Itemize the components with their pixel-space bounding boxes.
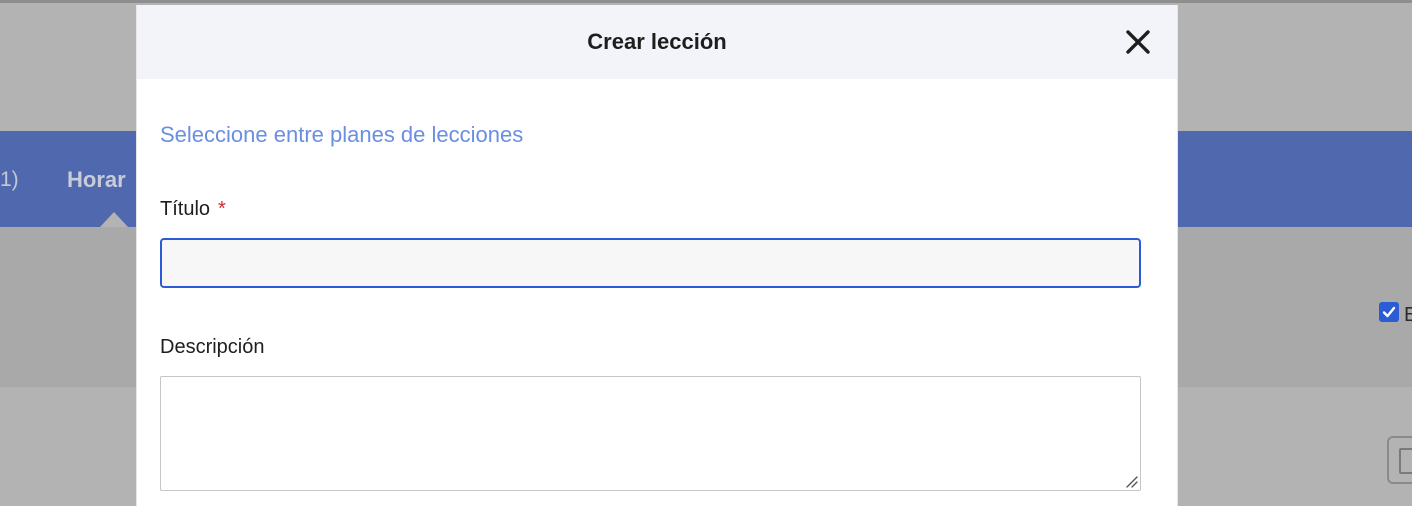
- checkmark-icon: [1382, 306, 1396, 318]
- close-icon: [1126, 30, 1150, 54]
- calendar-icon-inner: [1399, 448, 1412, 474]
- resize-handle-icon[interactable]: [1122, 472, 1138, 488]
- description-textarea[interactable]: [160, 376, 1141, 491]
- background-checkbox-label: E: [1404, 304, 1412, 326]
- title-field-label: Título *: [160, 198, 226, 221]
- background-checkbox[interactable]: [1379, 302, 1399, 322]
- background-top-border: [0, 0, 1412, 3]
- create-lesson-modal: Crear lección Seleccione entre planes de…: [136, 5, 1178, 506]
- modal-title: Crear lección: [587, 29, 727, 54]
- close-button[interactable]: [1125, 29, 1151, 55]
- active-tab-caret-icon: [100, 212, 128, 227]
- page: 1) Horar E Crear lección Seleccione entr…: [0, 0, 1412, 506]
- required-marker: *: [218, 198, 226, 220]
- background-nav-tab-schedule[interactable]: Horar: [67, 167, 126, 193]
- title-label-text: Título: [160, 198, 211, 220]
- select-lesson-plans-link[interactable]: Seleccione entre planes de lecciones: [160, 122, 523, 148]
- title-input[interactable]: [160, 238, 1141, 288]
- calendar-icon[interactable]: [1387, 436, 1412, 484]
- background-nav-count: 1): [0, 168, 19, 191]
- modal-header: Crear lección: [137, 5, 1177, 79]
- description-field-label: Descripción: [160, 336, 265, 358]
